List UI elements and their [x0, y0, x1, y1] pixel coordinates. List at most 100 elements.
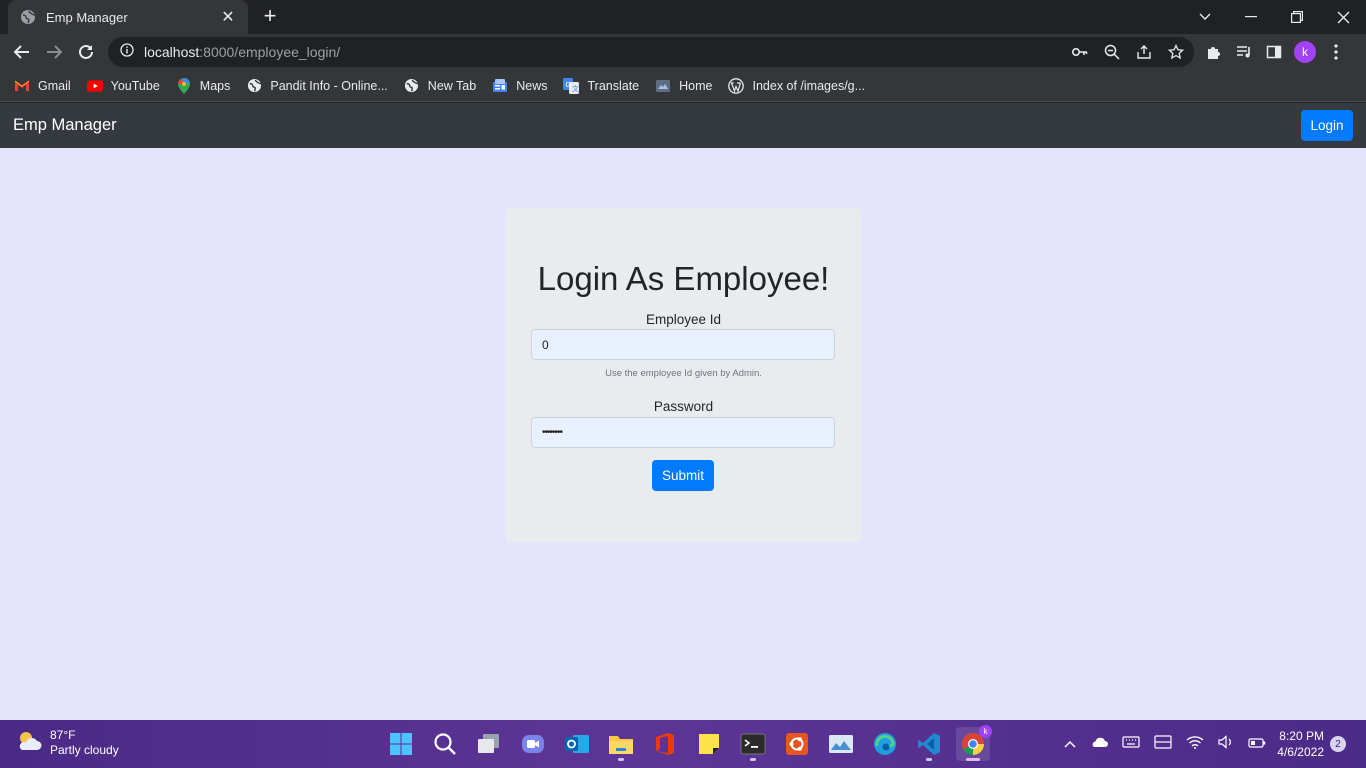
- bookmarks-bar: Gmail YouTube Maps Pandit Info - Online.…: [0, 70, 1366, 102]
- chevron-up-icon[interactable]: [1064, 735, 1076, 753]
- employee-id-value: 0: [542, 337, 549, 352]
- tab-search-chevron-down-icon[interactable]: [1182, 0, 1228, 34]
- reload-icon[interactable]: [72, 38, 100, 66]
- weather-widget[interactable]: 87°F Partly cloudy: [16, 728, 119, 758]
- bookmark-maps[interactable]: Maps: [176, 77, 231, 94]
- chrome-icon[interactable]: k: [956, 725, 992, 761]
- employee-id-help-text: Use the employee Id given by Admin.: [605, 368, 762, 379]
- notification-count-badge[interactable]: 2: [1330, 736, 1346, 752]
- bookmark-new-tab[interactable]: New Tab: [404, 78, 476, 94]
- navbar-login-button[interactable]: Login: [1301, 110, 1353, 141]
- share-icon[interactable]: [1134, 42, 1154, 62]
- browser-tab-strip: Emp Manager ✕ +: [0, 0, 1366, 34]
- active-indicator: [966, 758, 980, 761]
- battery-icon[interactable]: [1248, 735, 1266, 753]
- site-info-icon[interactable]: [120, 42, 134, 62]
- browser-tab[interactable]: Emp Manager ✕: [8, 0, 248, 34]
- address-bar[interactable]: localhost:8000/employee_login/: [108, 37, 1194, 67]
- browser-toolbar: localhost:8000/employee_login/ k: [0, 34, 1366, 70]
- side-panel-icon[interactable]: [1264, 42, 1284, 62]
- new-tab-button[interactable]: +: [258, 5, 282, 29]
- bookmark-label: Gmail: [38, 78, 71, 93]
- teams-chat-icon[interactable]: [516, 727, 550, 761]
- forward-arrow-icon[interactable]: [40, 38, 68, 66]
- ubuntu-icon[interactable]: [780, 727, 814, 761]
- wifi-icon[interactable]: [1186, 735, 1204, 754]
- employee-id-label: Employee Id: [645, 312, 722, 327]
- youtube-icon: [86, 78, 103, 94]
- navbar-brand[interactable]: Emp Manager: [13, 116, 117, 135]
- volume-icon[interactable]: [1218, 734, 1234, 754]
- gmail-icon: [14, 78, 30, 94]
- onedrive-cloud-icon[interactable]: [1090, 735, 1108, 753]
- partly-cloudy-icon: [16, 730, 42, 757]
- globe-icon: [20, 9, 36, 25]
- bookmark-news[interactable]: News: [492, 78, 547, 94]
- bookmark-label: Translate: [587, 78, 640, 93]
- submit-button[interactable]: Submit: [652, 460, 714, 491]
- weather-temperature: 87°F: [50, 728, 76, 742]
- bookmark-gmail[interactable]: Gmail: [14, 78, 71, 94]
- weather-description: Partly cloudy: [50, 743, 119, 757]
- password-value: ••••••••: [542, 427, 563, 438]
- bookmark-label: Pandit Info - Online...: [270, 78, 388, 93]
- translate-icon: G文: [563, 77, 580, 94]
- bookmark-pandit-info[interactable]: Pandit Info - Online...: [246, 78, 388, 94]
- bookmark-label: News: [516, 78, 548, 93]
- password-input[interactable]: ••••••••: [531, 417, 835, 448]
- search-icon[interactable]: [428, 727, 462, 761]
- globe-icon: [246, 78, 262, 94]
- keyboard-icon[interactable]: [1122, 735, 1140, 753]
- sticky-notes-icon[interactable]: [692, 727, 726, 761]
- wordpress-icon: [728, 77, 745, 94]
- outlook-icon[interactable]: [560, 727, 594, 761]
- bookmark-translate[interactable]: G文 Translate: [563, 77, 640, 94]
- windows-taskbar: 87°F Partly cloudy k 8:20 PM 4/6/2022: [0, 720, 1366, 768]
- bookmark-label: Index of /images/g...: [752, 78, 866, 93]
- maps-icon: [176, 77, 192, 94]
- taskbar-clock[interactable]: 8:20 PM 4/6/2022: [1272, 728, 1324, 760]
- globe-icon: [404, 78, 420, 94]
- bookmark-youtube[interactable]: YouTube: [86, 78, 160, 94]
- tab-title: Emp Manager: [46, 9, 128, 25]
- clock-date: 4/6/2022: [1277, 745, 1324, 759]
- start-windows-icon[interactable]: [384, 727, 418, 761]
- page-content: Emp Manager Login Login As Employee! Emp…: [0, 103, 1366, 720]
- close-tab-icon[interactable]: ✕: [218, 7, 238, 27]
- bookmark-label: New Tab: [427, 78, 477, 93]
- close-window-icon[interactable]: [1320, 0, 1366, 34]
- media-playlist-icon[interactable]: [1234, 42, 1254, 62]
- key-icon[interactable]: [1070, 42, 1090, 62]
- running-indicator: [750, 758, 756, 761]
- site-navbar: Emp Manager Login: [0, 103, 1366, 148]
- terminal-icon[interactable]: [736, 727, 770, 761]
- employee-id-input[interactable]: 0: [531, 329, 835, 360]
- star-bookmark-icon[interactable]: [1166, 42, 1186, 62]
- profile-avatar[interactable]: k: [1294, 41, 1316, 63]
- bookmark-label: Home: [679, 78, 713, 93]
- bookmark-label: YouTube: [110, 78, 160, 93]
- zoom-icon[interactable]: [1102, 42, 1122, 62]
- back-arrow-icon[interactable]: [8, 38, 36, 66]
- photos-icon[interactable]: [824, 727, 858, 761]
- bookmark-label: Maps: [199, 78, 231, 93]
- running-indicator: [926, 758, 932, 761]
- minimize-window-icon[interactable]: [1228, 0, 1274, 34]
- system-tray: [1064, 732, 1266, 756]
- bookmark-home[interactable]: Home: [655, 78, 712, 94]
- file-explorer-icon[interactable]: [604, 727, 638, 761]
- more-menu-icon[interactable]: [1326, 42, 1346, 62]
- touch-keyboard-icon[interactable]: [1154, 734, 1172, 754]
- svg-text:文: 文: [572, 84, 579, 93]
- chrome-profile-badge: k: [979, 725, 992, 738]
- edge-icon[interactable]: [868, 727, 902, 761]
- login-card: Login As Employee! Employee Id 0 Use the…: [506, 208, 861, 542]
- office-icon[interactable]: [648, 727, 682, 761]
- vscode-icon[interactable]: [912, 727, 946, 761]
- restore-window-icon[interactable]: [1274, 0, 1320, 34]
- extensions-puzzle-icon[interactable]: [1204, 42, 1224, 62]
- bookmark-index-of-images[interactable]: Index of /images/g...: [728, 77, 866, 94]
- clock-time: 8:20 PM: [1279, 729, 1324, 743]
- home-icon: [655, 78, 671, 94]
- task-view-icon[interactable]: [472, 727, 506, 761]
